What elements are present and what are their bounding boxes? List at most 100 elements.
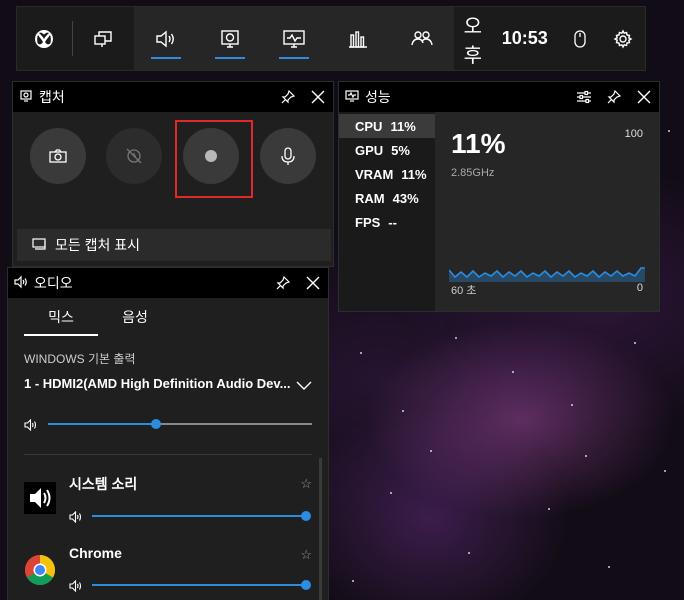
- slider-fill: [92, 584, 306, 586]
- chevron-down-icon[interactable]: [296, 378, 312, 396]
- metric-name: GPU: [355, 142, 384, 158]
- metric-value: 11%: [401, 166, 427, 182]
- game-bar: 오후 10:53: [16, 6, 646, 71]
- close-button[interactable]: [629, 82, 659, 112]
- metric-vram[interactable]: VRAM 11%: [339, 162, 435, 186]
- metric-detail: 11% 2.85GHz 100 60 초 0: [435, 112, 659, 311]
- volume-icon: [24, 418, 38, 436]
- audio-tabs: 믹스 음성: [8, 298, 328, 336]
- performance-widget: 성능 CPU 11% GPU 5% VRAM 11% RAM 43% FPS -…: [338, 81, 660, 312]
- close-button[interactable]: [298, 268, 328, 298]
- slider-thumb[interactable]: [151, 419, 162, 429]
- audio-widget-icon: [14, 275, 28, 292]
- metric-value: 43%: [392, 190, 419, 206]
- pin-button[interactable]: [268, 268, 298, 298]
- metric-fps[interactable]: FPS --: [339, 210, 435, 234]
- slider-fill: [48, 423, 157, 425]
- record-highlight-box: [175, 120, 253, 198]
- performance-widget-button[interactable]: [262, 7, 326, 70]
- metric-name: VRAM: [355, 166, 394, 182]
- tab-voice[interactable]: 음성: [98, 298, 172, 336]
- metric-gpu[interactable]: GPU 5%: [339, 138, 435, 162]
- metric-name: FPS: [355, 214, 381, 230]
- settings-button[interactable]: [601, 7, 645, 70]
- resources-widget-button[interactable]: [326, 7, 390, 70]
- output-device-select[interactable]: 1 - HDMI2(AMD High Definition Audio Dev.…: [24, 376, 314, 391]
- clock-time: 10:53: [501, 28, 548, 48]
- slider-thumb[interactable]: [301, 580, 311, 590]
- pin-icon: [281, 89, 296, 104]
- performance-header: 성능: [339, 82, 659, 112]
- record-last-30s-button[interactable]: [106, 128, 162, 184]
- metric-name: CPU: [355, 118, 383, 134]
- screenshot-button[interactable]: [30, 128, 86, 184]
- metric-value: 5%: [391, 142, 410, 158]
- bar-chart-icon: [347, 29, 369, 49]
- performance-monitor-icon: [282, 28, 306, 50]
- people-icon: [410, 29, 434, 49]
- metric-value: --: [388, 214, 397, 230]
- audio-title: 오디오: [34, 275, 73, 291]
- cpu-usage-graph: [449, 267, 645, 282]
- camera-icon: [49, 149, 67, 163]
- close-icon: [306, 276, 320, 290]
- chrome-app-icon: [24, 554, 56, 591]
- audio-widget: 오디오 믹스 음성 WINDOWS 기본 출력 1 - HDMI2(AMD Hi…: [7, 267, 329, 600]
- favorite-star-icon[interactable]: ☆: [300, 476, 312, 492]
- metric-list: CPU 11% GPU 5% VRAM 11% RAM 43% FPS --: [339, 112, 435, 311]
- record-last-icon: [126, 148, 142, 164]
- clock-ampm: 오후: [463, 15, 482, 67]
- social-widget-button[interactable]: [390, 7, 454, 70]
- graph-axis-right: 0: [636, 282, 643, 294]
- audio-header: 오디오: [8, 268, 328, 298]
- pin-icon: [607, 89, 622, 104]
- show-all-captures-button[interactable]: 모든 캡처 표시: [17, 229, 331, 261]
- capture-widget-button[interactable]: [198, 7, 262, 70]
- pin-icon: [276, 275, 291, 290]
- widget-menu-icon: [92, 29, 114, 49]
- capture-widget: 캡처 모든 캡처 표시: [12, 81, 334, 267]
- metric-cpu[interactable]: CPU 11%: [339, 114, 435, 138]
- performance-options-button[interactable]: [569, 82, 599, 112]
- gallery-icon: [31, 237, 47, 254]
- metric-value: 11%: [390, 118, 416, 134]
- clock: 오후 10:53: [454, 7, 558, 70]
- pin-button[interactable]: [599, 82, 629, 112]
- xbox-logo-icon: [34, 29, 54, 49]
- favorite-star-icon[interactable]: ☆: [300, 547, 312, 563]
- xbox-button[interactable]: [17, 7, 72, 70]
- capture-buttons: [13, 112, 333, 222]
- gear-icon: [613, 29, 633, 49]
- app-volume-slider[interactable]: [92, 508, 311, 524]
- graph-max-label: 100: [624, 128, 643, 140]
- show-all-captures-label: 모든 캡처 표시: [55, 237, 141, 253]
- pin-button[interactable]: [273, 82, 303, 112]
- slider-thumb[interactable]: [301, 511, 311, 521]
- system-sounds-app-icon: [24, 482, 56, 519]
- default-output-label: WINDOWS 기본 출력: [24, 352, 136, 366]
- close-button[interactable]: [303, 82, 333, 112]
- mouse-button[interactable]: [558, 7, 602, 70]
- audio-widget-button[interactable]: [134, 7, 198, 70]
- app-name: 시스템 소리: [69, 476, 138, 492]
- sliders-icon: [577, 90, 591, 104]
- capture-header: 캡처: [13, 82, 333, 112]
- app-name: Chrome: [69, 545, 122, 561]
- widget-toggle-group: [133, 7, 454, 70]
- widget-menu-button[interactable]: [73, 7, 134, 70]
- performance-title: 성능: [365, 89, 391, 105]
- audio-scrollbar[interactable]: [319, 458, 322, 600]
- close-icon: [637, 90, 651, 104]
- volume-icon: [69, 579, 83, 597]
- app-volume-slider[interactable]: [92, 577, 311, 593]
- metric-name: RAM: [355, 190, 385, 206]
- master-volume-slider[interactable]: [48, 416, 312, 432]
- tab-mix[interactable]: 믹스: [24, 298, 98, 336]
- performance-widget-icon: [345, 89, 359, 106]
- microphone-button[interactable]: [260, 128, 316, 184]
- microphone-icon: [281, 147, 295, 165]
- cpu-frequency: 2.85GHz: [451, 167, 495, 179]
- graph-axis-left: 60 초: [451, 285, 477, 297]
- volume-icon: [69, 510, 83, 528]
- metric-ram[interactable]: RAM 43%: [339, 186, 435, 210]
